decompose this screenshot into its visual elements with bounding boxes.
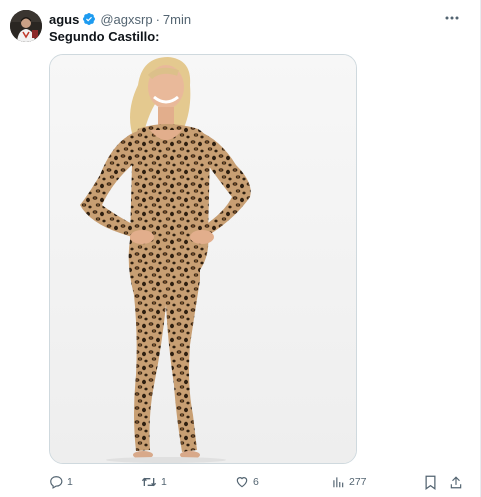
author-handle[interactable]: @agxsrp — [100, 12, 152, 27]
avatar-image — [10, 10, 42, 42]
reply-icon — [50, 476, 63, 489]
bookmark-button[interactable] — [424, 472, 437, 492]
media-photo — [50, 55, 356, 463]
bookmark-icon — [425, 475, 436, 490]
tweet-card[interactable]: agus @agxsrp · 7min Segundo Castillo: 1 … — [0, 0, 481, 497]
tweet-timestamp[interactable]: 7min — [163, 12, 191, 27]
views-bar-icon — [333, 477, 344, 488]
separator-dot: · — [155, 11, 160, 27]
views-button[interactable]: 277 — [331, 472, 367, 492]
tweet-text: Segundo Castillo: — [49, 29, 160, 44]
share-icon — [450, 475, 462, 488]
more-options-button[interactable] — [442, 9, 462, 27]
reply-button[interactable]: 1 — [49, 472, 73, 492]
tweet-header: agus @agxsrp · 7min — [49, 10, 191, 28]
more-dots-icon — [445, 16, 459, 20]
share-button[interactable] — [449, 472, 463, 492]
author-name[interactable]: agus — [49, 12, 79, 27]
tweet-media-image[interactable] — [49, 54, 357, 464]
retweet-button[interactable]: 1 — [141, 472, 167, 492]
reply-count: 1 — [67, 476, 73, 488]
retweet-icon — [141, 477, 157, 487]
verified-badge-icon — [82, 12, 96, 26]
heart-icon — [236, 477, 248, 488]
retweet-count: 1 — [161, 476, 167, 488]
like-button[interactable]: 6 — [235, 472, 259, 492]
views-count: 277 — [349, 476, 367, 488]
like-count: 6 — [253, 476, 259, 488]
tweet-actions-bar: 1 1 6 277 — [49, 472, 469, 492]
avatar[interactable] — [10, 10, 42, 42]
